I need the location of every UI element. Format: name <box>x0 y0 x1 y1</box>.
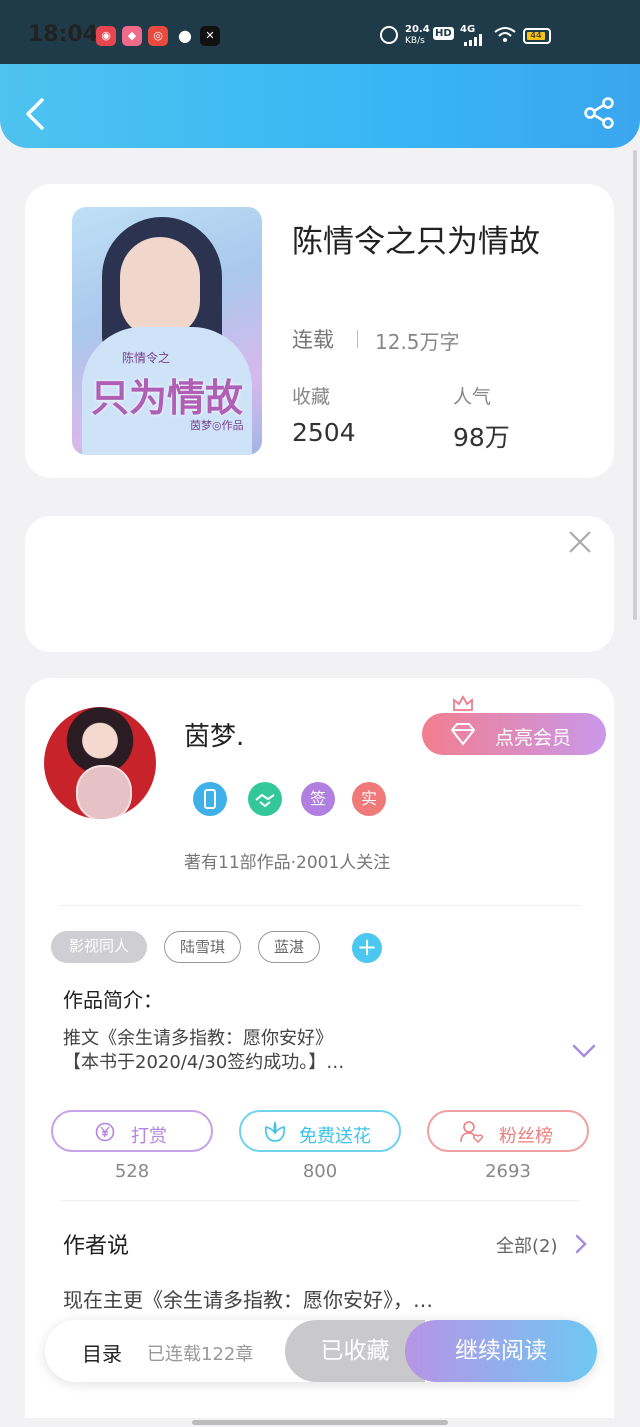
close-icon[interactable] <box>566 528 594 556</box>
popularity-value: 98万 <box>453 423 510 452</box>
share-icon[interactable] <box>582 96 616 130</box>
fan-user-icon <box>460 1121 483 1143</box>
author-says-all-link[interactable]: 全部(2) <box>496 1232 558 1258</box>
book-word-count: 12.5万字 <box>375 330 460 354</box>
vip-button[interactable]: 点亮会员 <box>422 713 606 755</box>
avatar-art <box>76 765 132 819</box>
app-notification-icon: ◆ <box>122 26 142 46</box>
capcut-icon: ✕ <box>200 26 220 46</box>
yen-icon <box>95 1122 115 1142</box>
tip-button[interactable]: 打赏 <box>51 1110 213 1152</box>
battery-icon: 44 <box>523 28 551 44</box>
hd-indicator: HD <box>433 27 454 40</box>
favorites-value: 2504 <box>292 418 356 447</box>
tip-button-label: 打赏 <box>131 1126 167 1147</box>
status-time: 18:04 <box>28 22 99 47</box>
back-icon[interactable] <box>22 96 50 132</box>
tag-item[interactable]: 影视同人 <box>51 931 147 963</box>
signed-badge-icon[interactable]: 签 <box>301 782 335 816</box>
diamond-icon <box>450 723 476 746</box>
wifi-icon <box>494 27 516 42</box>
divider <box>60 905 580 906</box>
tag-item[interactable]: 蓝湛 <box>258 931 320 963</box>
app-notification-icon: ◎ <box>148 26 168 46</box>
author-meta: 著有11部作品·2001人关注 <box>184 853 391 873</box>
intro-line: 【本书于2020/4/30签约成功。】… <box>63 1052 345 1073</box>
cover-art <box>120 237 200 337</box>
tag-item[interactable]: 陆雪琪 <box>164 931 241 963</box>
continue-reading-button[interactable]: 继续阅读 <box>405 1320 597 1382</box>
fan-ranking-button[interactable]: 粉丝榜 <box>427 1110 589 1152</box>
book-status: 连载 <box>292 328 334 352</box>
add-tag-button[interactable]: + <box>352 933 382 963</box>
ad-card <box>25 516 614 652</box>
handshake-badge-icon[interactable] <box>248 782 282 816</box>
popularity-label: 人气 <box>453 386 492 408</box>
author-says-heading: 作者说 <box>63 1234 130 1259</box>
intro-heading: 作品简介： <box>63 988 163 1012</box>
net-speed-value: 20.4 <box>405 24 430 35</box>
crown-icon <box>453 695 473 711</box>
author-says-text[interactable]: 现在主更《余生请多指教：愿你安好》，… <box>63 1284 433 1313</box>
tip-count: 528 <box>114 1161 150 1182</box>
flower-icon <box>264 1121 286 1142</box>
chapter-count: 已连载122章 <box>147 1344 254 1365</box>
signal-icon <box>464 34 482 46</box>
scrollbar[interactable] <box>633 150 637 620</box>
cover-subtitle: 陈情令之 <box>122 351 171 365</box>
book-title: 陈情令之只为情故 <box>292 224 540 260</box>
fan-ranking-label: 粉丝榜 <box>499 1126 553 1147</box>
intro-text[interactable]: 推文《余生请多指教：愿你安好》 【本书于2020/4/30签约成功。】… <box>63 1027 563 1075</box>
net-speed-unit: KB/s <box>405 36 425 46</box>
toc-button[interactable]: 目录 <box>82 1338 122 1367</box>
saved-button[interactable]: 已收藏 <box>285 1320 425 1382</box>
author-name[interactable]: 茵梦. <box>184 716 244 753</box>
battery-level: 44 <box>527 32 545 41</box>
send-flower-button[interactable]: 免费送花 <box>239 1110 401 1152</box>
cover-author: 茵梦◎作品 <box>190 419 244 432</box>
divider <box>60 1200 580 1201</box>
chevron-down-icon[interactable] <box>572 1042 596 1060</box>
phone-badge-icon[interactable] <box>193 782 227 816</box>
avatar[interactable] <box>44 707 156 819</box>
header-bar <box>0 64 640 148</box>
vip-button-label: 点亮会员 <box>495 727 572 749</box>
intro-line: 推文《余生请多指教：愿你安好》 <box>63 1028 333 1049</box>
fan-count: 2693 <box>485 1161 531 1182</box>
book-cover[interactable]: 陈情令之 只为情故 茵梦◎作品 <box>72 207 262 455</box>
cover-title: 只为情故 <box>90 375 243 420</box>
app-notification-icon: ◉ <box>96 26 116 46</box>
favorites-label: 收藏 <box>292 386 331 408</box>
alarm-icon <box>380 26 398 44</box>
qq-icon: ● <box>178 26 192 45</box>
verified-badge-icon[interactable]: 实 <box>352 782 386 816</box>
flower-count: 800 <box>302 1161 338 1182</box>
send-flower-label: 免费送花 <box>299 1126 371 1147</box>
chevron-right-icon[interactable] <box>574 1234 588 1254</box>
home-indicator[interactable] <box>192 1420 448 1425</box>
divider <box>357 330 358 348</box>
